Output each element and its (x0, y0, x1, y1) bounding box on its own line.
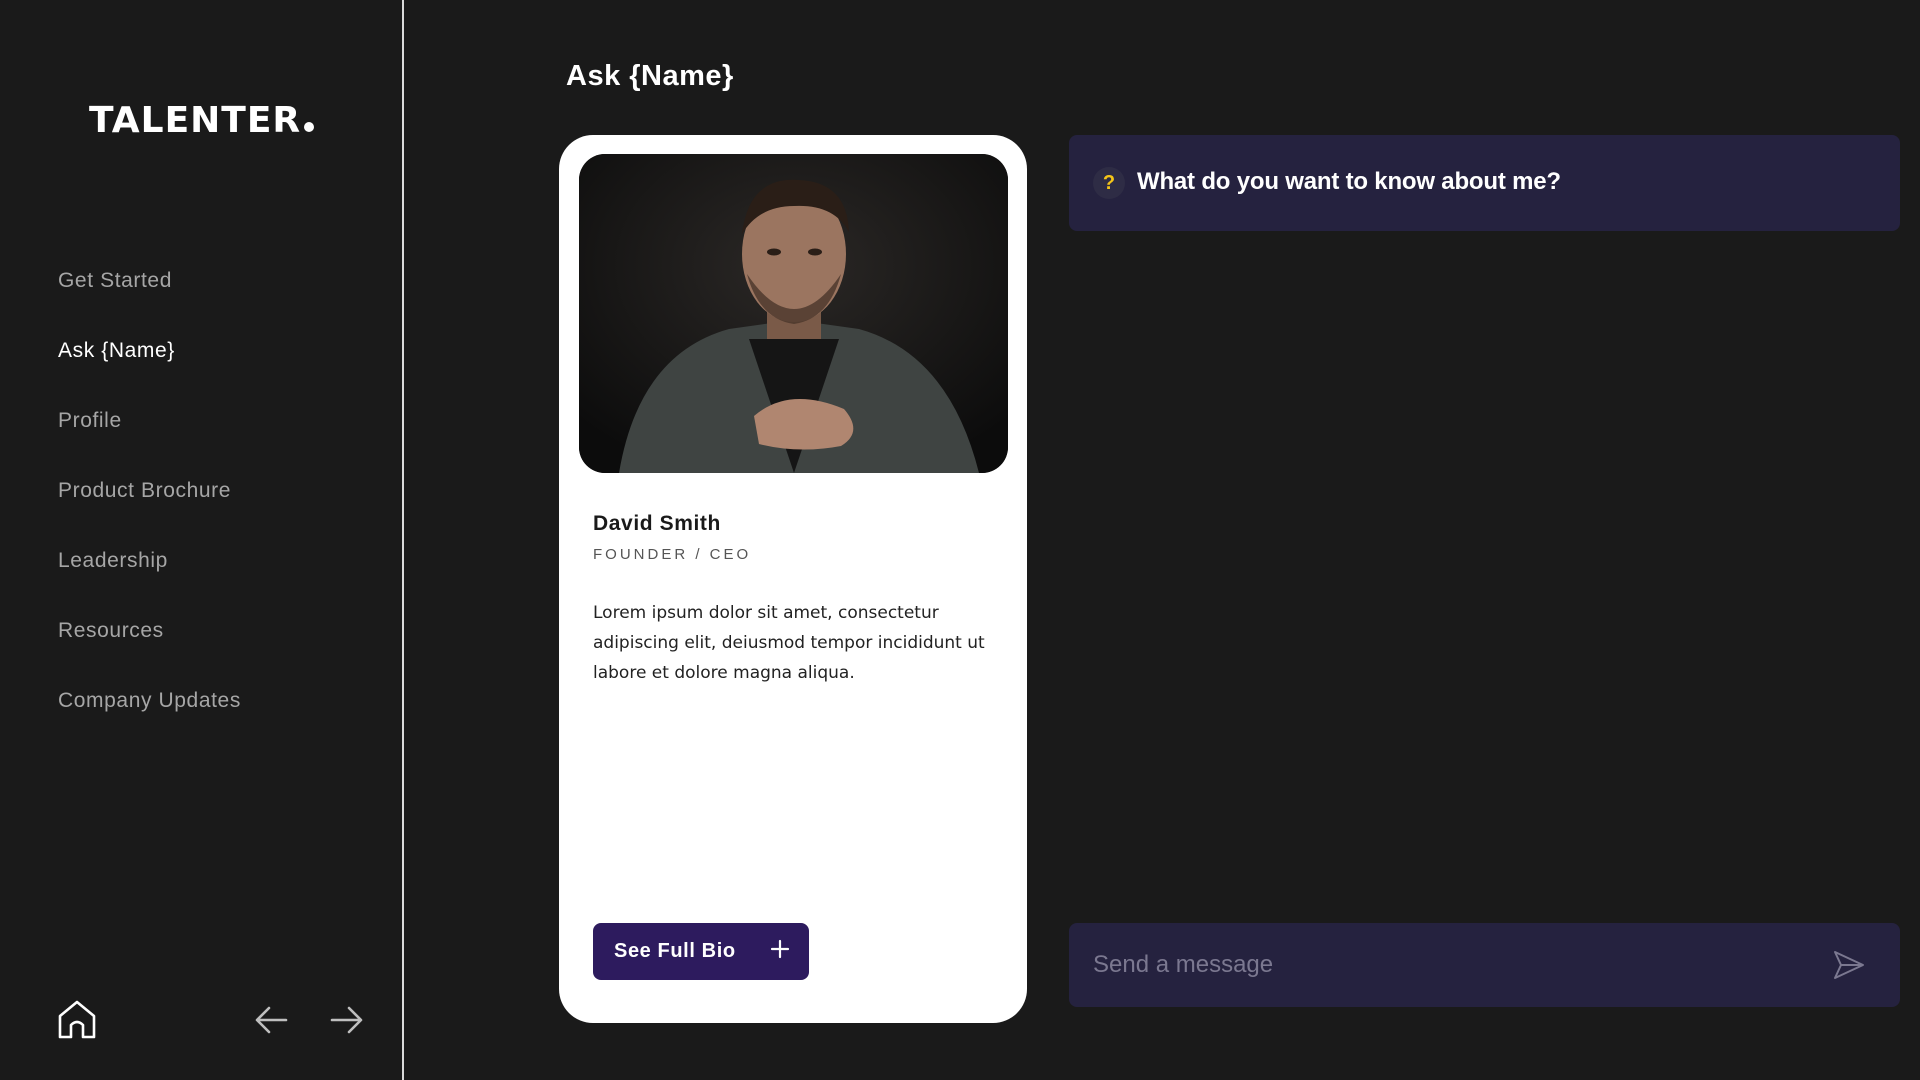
person-name: David Smith (593, 512, 721, 535)
sidebar-item-product-brochure[interactable]: Product Brochure (58, 472, 378, 542)
sidebar-item-leadership[interactable]: Leadership (58, 542, 378, 612)
question-icon: ? (1093, 167, 1125, 199)
sidebar-item-resources[interactable]: Resources (58, 612, 378, 682)
question-text: What do you want to know about me? (1137, 168, 1561, 195)
sidebar-item-company-updates[interactable]: Company Updates (58, 682, 378, 752)
profile-card: David Smith FOUNDER / CEO Lorem ipsum do… (559, 135, 1027, 1023)
logo-text: TALENTER (89, 100, 302, 141)
sidebar-item-profile[interactable]: Profile (58, 402, 378, 472)
arrow-left-icon[interactable] (255, 1004, 289, 1036)
sidebar-item-ask-name[interactable]: Ask {Name} (58, 332, 378, 402)
arrow-right-icon[interactable] (329, 1004, 363, 1036)
app-window: TALENTER Get Started Ask {Name} Profile … (0, 0, 1920, 1080)
brand-logo[interactable]: TALENTER (89, 100, 315, 141)
person-bio: Lorem ipsum dolor sit amet, consectetur … (593, 603, 985, 683)
logo-dot (304, 122, 315, 132)
sidebar-nav: Get Started Ask {Name} Profile Product B… (58, 262, 378, 752)
send-icon[interactable] (1832, 949, 1866, 981)
page-title: Ask {Name} (566, 60, 734, 92)
profile-photo-illustration (579, 154, 1008, 473)
see-full-bio-button[interactable]: See Full Bio (593, 923, 809, 980)
sidebar: TALENTER Get Started Ask {Name} Profile … (0, 0, 404, 1080)
profile-photo (579, 154, 1008, 473)
home-icon[interactable] (56, 998, 98, 1040)
plus-icon (770, 939, 790, 959)
message-input[interactable] (1093, 945, 1793, 985)
question-prompt: ? What do you want to know about me? (1069, 135, 1900, 231)
sidebar-item-get-started[interactable]: Get Started (58, 262, 378, 332)
person-role: FOUNDER / CEO (593, 546, 752, 563)
message-composer (1069, 923, 1900, 1007)
see-full-bio-label: See Full Bio (614, 940, 736, 962)
